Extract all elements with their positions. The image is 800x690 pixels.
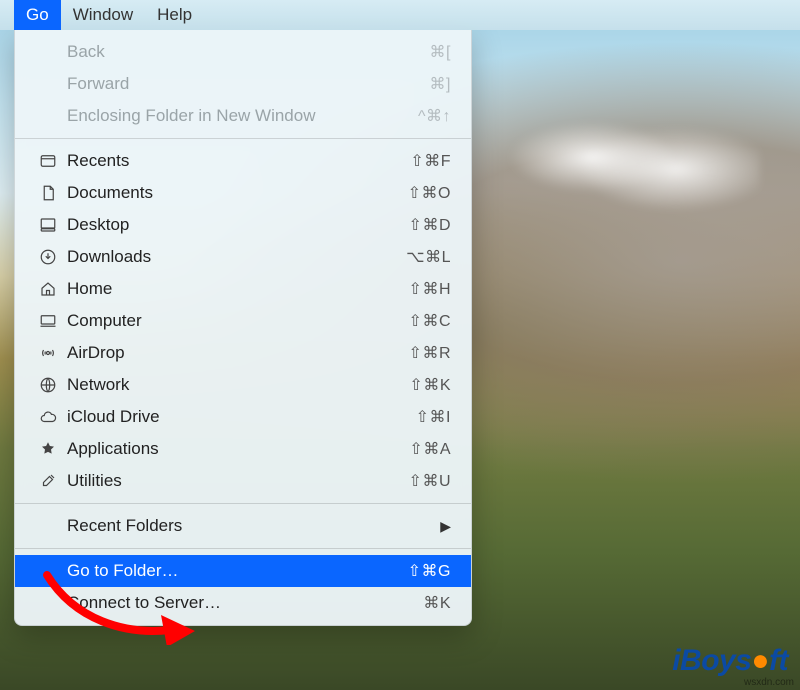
watermark-text: ft [769,644,788,678]
clock-icon [35,152,61,170]
menu-label: Forward [67,74,381,94]
menu-label: Enclosing Folder in New Window [67,106,381,126]
menu-item-desktop[interactable]: Desktop ⇧⌘D [15,209,471,241]
menu-item-downloads[interactable]: Downloads ⌥⌘L [15,241,471,273]
menu-shortcut: ⌘K [381,593,451,613]
menu-shortcut: ⇧⌘G [381,561,451,581]
menu-item-recent-folders[interactable]: Recent Folders ▶ [15,510,471,542]
menu-label: Computer [67,311,381,331]
utilities-icon [35,472,61,490]
menu-shortcut: ⇧⌘R [381,343,451,363]
menu-shortcut: ⇧⌘K [381,375,451,395]
menu-item-back: Back ⌘[ [15,36,471,68]
menu-label: Recents [67,151,381,171]
watermark-url: wsxdn.com [744,677,794,688]
menu-shortcut: ⌘[ [381,42,451,62]
menu-label: Home [67,279,381,299]
menu-label: Go to Folder… [67,561,381,581]
menu-label: Recent Folders [67,516,440,536]
home-icon [35,280,61,298]
menu-shortcut: ⇧⌘C [381,311,451,331]
menu-label: Downloads [67,247,381,267]
menu-shortcut: ⇧⌘O [381,183,451,203]
menu-shortcut: ⇧⌘U [381,471,451,491]
menu-label: Connect to Server… [67,593,381,613]
menu-item-enclosing-folder: Enclosing Folder in New Window ^⌘↑ [15,100,471,132]
applications-icon [35,440,61,458]
menubar-item-window[interactable]: Window [61,1,145,29]
desktop-icon [35,216,61,234]
downloads-icon [35,248,61,266]
menu-shortcut: ⇧⌘D [381,215,451,235]
watermark-dot-icon: ● [751,644,769,678]
menu-label: AirDrop [67,343,381,363]
menu-item-applications[interactable]: Applications ⇧⌘A [15,433,471,465]
menu-label: Applications [67,439,381,459]
computer-icon [35,312,61,330]
menu-item-network[interactable]: Network ⇧⌘K [15,369,471,401]
watermark-logo: iBoys●ft [672,644,788,678]
menu-shortcut: ⇧⌘F [381,151,451,171]
chevron-right-icon: ▶ [440,518,451,535]
menu-item-documents[interactable]: Documents ⇧⌘O [15,177,471,209]
menu-item-utilities[interactable]: Utilities ⇧⌘U [15,465,471,497]
menu-separator [15,138,471,139]
menu-shortcut: ⌘] [381,74,451,94]
menu-separator [15,503,471,504]
menu-label: Documents [67,183,381,203]
network-icon [35,376,61,394]
menu-label: Desktop [67,215,381,235]
menu-label: Utilities [67,471,381,491]
menu-shortcut: ⇧⌘I [381,407,451,427]
system-menubar: Go Window Help [0,0,800,30]
menu-label: iCloud Drive [67,407,381,427]
menu-item-home[interactable]: Home ⇧⌘H [15,273,471,305]
airdrop-icon [35,344,61,362]
menubar-item-go[interactable]: Go [14,0,61,30]
menu-shortcut: ⇧⌘H [381,279,451,299]
go-menu-dropdown: Back ⌘[ Forward ⌘] Enclosing Folder in N… [14,30,472,626]
document-icon [35,184,61,202]
menu-label: Back [67,42,381,62]
menu-shortcut: ⇧⌘A [381,439,451,459]
menu-separator [15,548,471,549]
menu-item-computer[interactable]: Computer ⇧⌘C [15,305,471,337]
menu-item-recents[interactable]: Recents ⇧⌘F [15,145,471,177]
menu-item-forward: Forward ⌘] [15,68,471,100]
menu-shortcut: ⌥⌘L [381,247,451,267]
cloud-icon [35,408,61,426]
menu-label: Network [67,375,381,395]
menu-item-icloud-drive[interactable]: iCloud Drive ⇧⌘I [15,401,471,433]
menu-item-connect-to-server[interactable]: Connect to Server… ⌘K [15,587,471,619]
menu-shortcut: ^⌘↑ [381,106,451,126]
watermark-text: iBoys [672,644,751,678]
menubar-item-help[interactable]: Help [145,1,204,29]
menu-item-airdrop[interactable]: AirDrop ⇧⌘R [15,337,471,369]
menu-item-go-to-folder[interactable]: Go to Folder… ⇧⌘G [15,555,471,587]
sky-clouds [480,97,760,217]
